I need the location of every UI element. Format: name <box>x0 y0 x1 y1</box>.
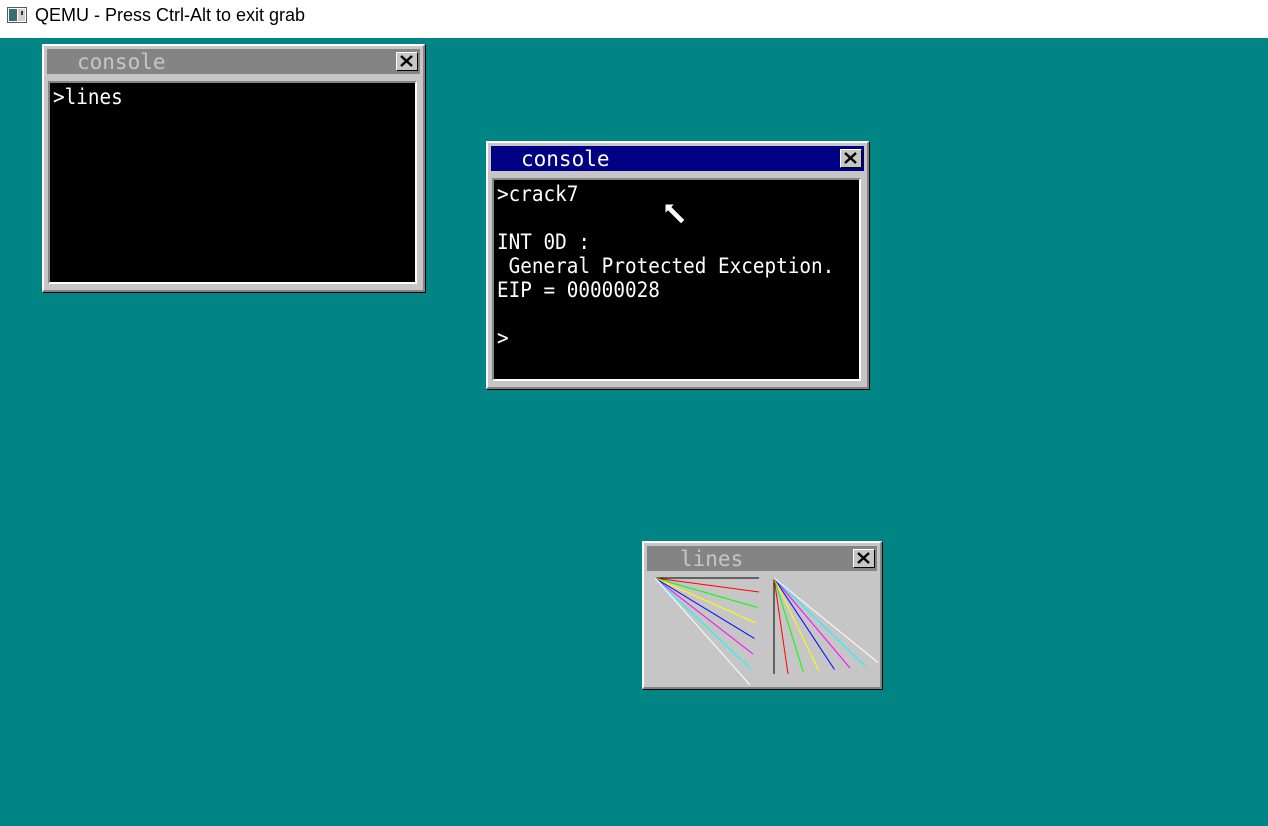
close-button[interactable] <box>396 52 418 71</box>
console-window-active[interactable]: console >crack7 INT 0D : General Protect… <box>486 141 869 389</box>
close-icon <box>400 55 413 67</box>
console-line: General Protected Exception. <box>497 254 835 278</box>
lines-fan-line <box>654 577 755 639</box>
lines-window-title-bar[interactable]: lines <box>647 546 877 571</box>
lines-fan-line <box>654 577 751 685</box>
close-button[interactable] <box>853 549 875 568</box>
console-window-title: console <box>521 147 610 171</box>
console-window-inactive[interactable]: console >lines <box>42 44 425 292</box>
lines-drawing-canvas <box>654 577 878 685</box>
console-line: > <box>497 326 509 350</box>
console-window-title: console <box>77 50 166 74</box>
lines-fan-line <box>773 577 878 664</box>
host-title-bar: QEMU - Press Ctrl-Alt to exit grab <box>0 0 1268 38</box>
console-line: EIP = 00000028 <box>497 278 660 302</box>
console-line: INT 0D : <box>497 230 591 254</box>
lines-fan-line <box>773 577 835 670</box>
lines-window[interactable]: lines <box>642 541 882 689</box>
console-line: >lines <box>53 85 123 109</box>
qemu-app-icon <box>7 7 27 23</box>
close-icon <box>844 152 857 164</box>
console-line: >crack7 <box>497 182 579 206</box>
host-window-title: QEMU - Press Ctrl-Alt to exit grab <box>35 5 306 25</box>
console-window-title-bar[interactable]: console <box>47 49 420 74</box>
close-icon <box>857 552 870 564</box>
guest-desktop[interactable]: console >lines console >crack7 INT 0D : <box>0 38 1268 826</box>
lines-window-title: lines <box>680 547 744 571</box>
mouse-cursor-icon <box>664 203 686 225</box>
close-button[interactable] <box>840 149 862 168</box>
console-output-area[interactable]: >lines <box>48 81 417 284</box>
console-window-title-bar[interactable]: console <box>491 146 864 171</box>
